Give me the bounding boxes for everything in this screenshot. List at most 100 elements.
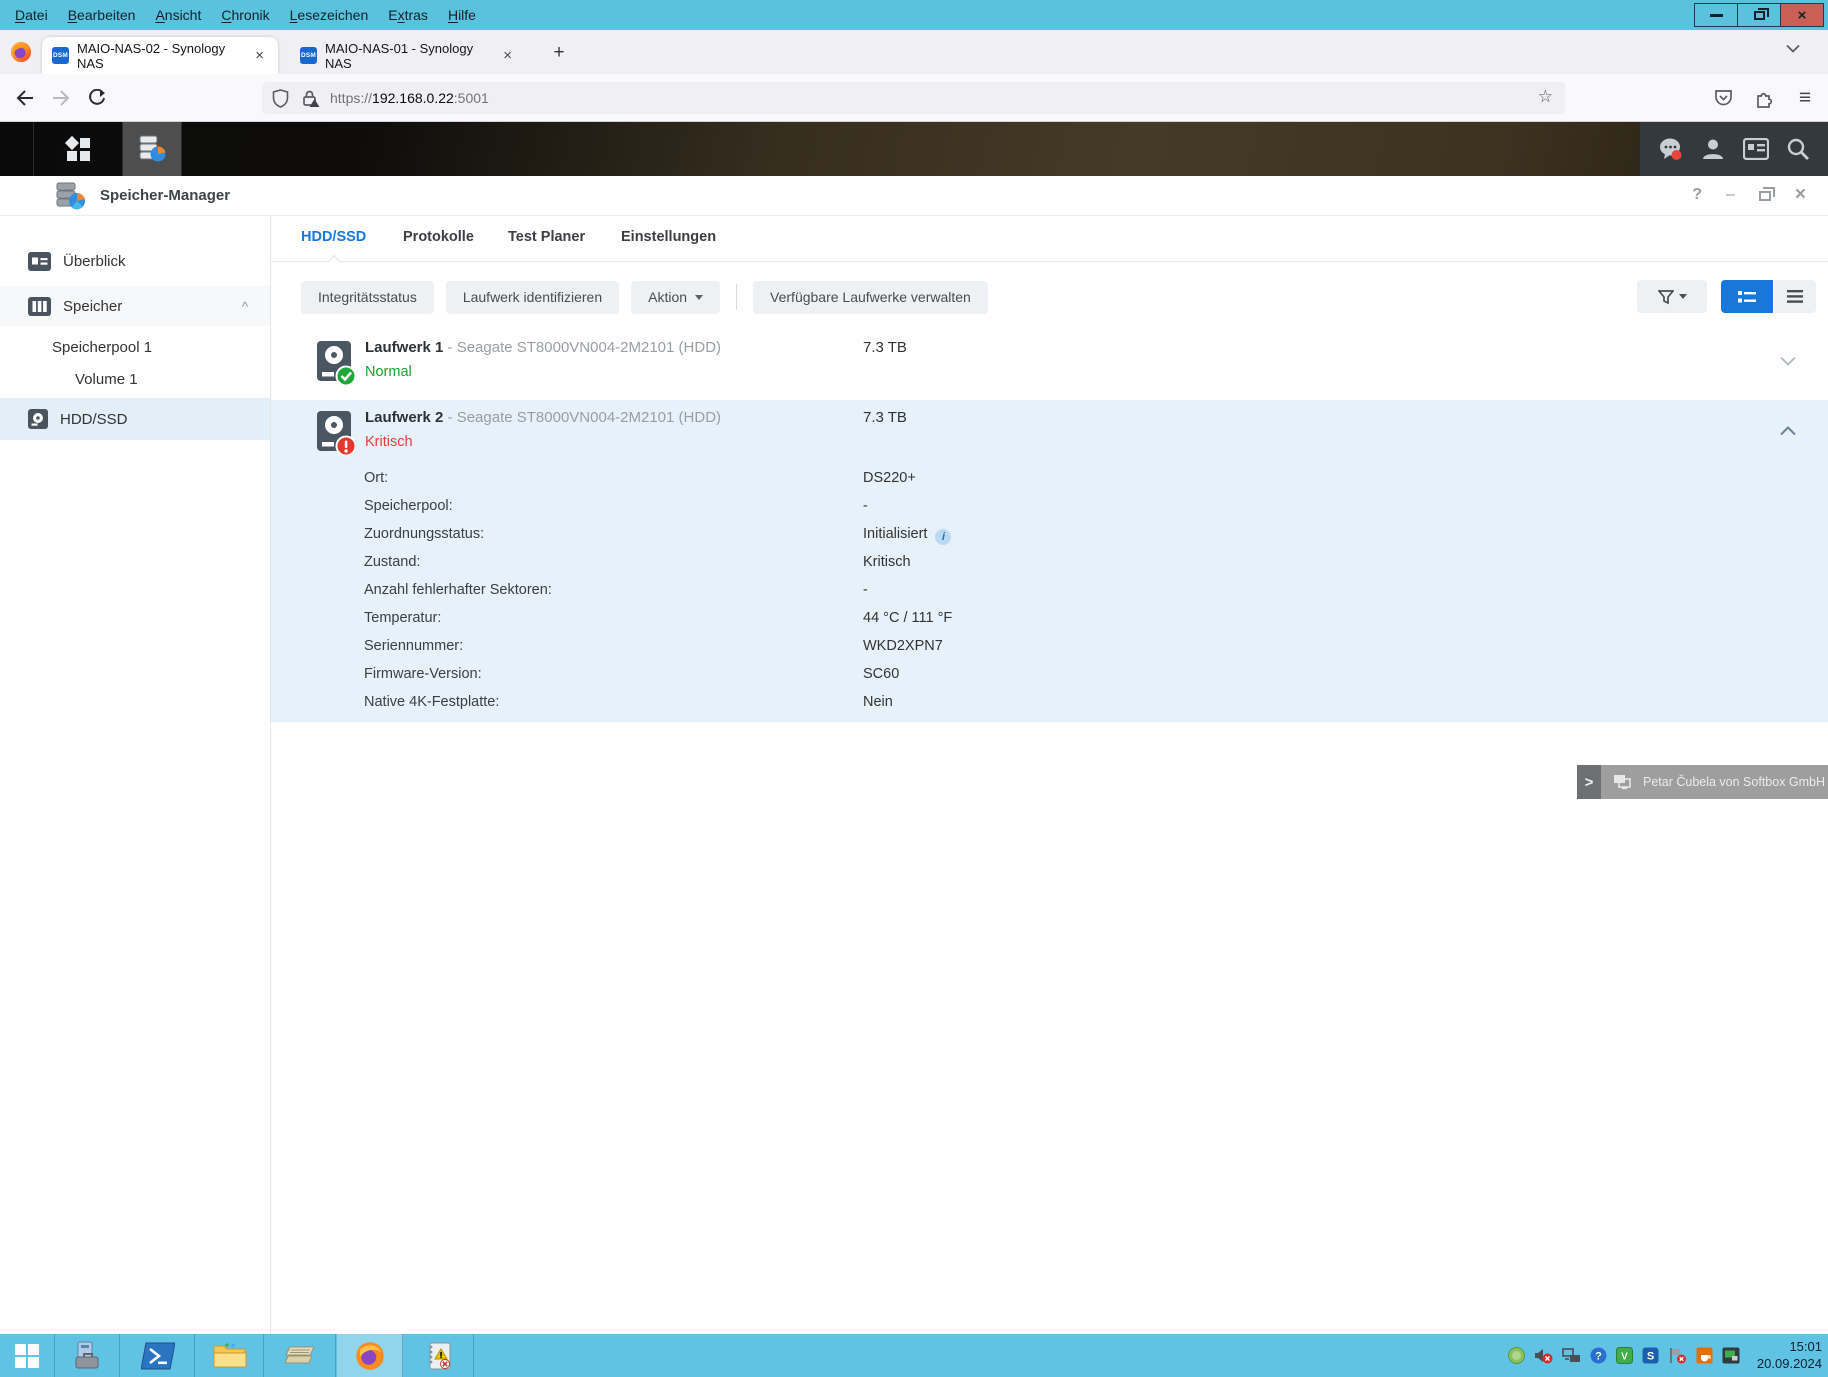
taskbar-firefox[interactable]: [337, 1334, 403, 1377]
start-button[interactable]: [0, 1334, 55, 1377]
wm-close-button[interactable]: ×: [1780, 3, 1824, 27]
drive-title: Laufwerk 1 - Seagate ST8000VN004-2M2101 …: [365, 339, 721, 356]
caret-down-icon: [1679, 294, 1687, 299]
tray-sophos-icon[interactable]: S: [1642, 1347, 1659, 1364]
tab-title: MAIO-NAS-02 - Synology NAS: [77, 41, 241, 71]
sidebar-item-speicher[interactable]: Speicher ^: [0, 286, 270, 326]
url-bar[interactable]: https://192.168.0.22:5001 ☆: [262, 82, 1565, 114]
drive-row-laufwerk-2[interactable]: Laufwerk 2 - Seagate ST8000VN004-2M2101 …: [271, 400, 1828, 722]
expand-chevron-down-icon[interactable]: [1780, 356, 1796, 366]
menu-ansicht[interactable]: Ansicht: [146, 4, 210, 26]
user-account-icon[interactable]: [1701, 137, 1725, 161]
info-icon[interactable]: i: [935, 529, 951, 545]
tray-java-icon[interactable]: [1696, 1347, 1713, 1364]
dsm-storage-manager-taskbar-button[interactable]: [123, 122, 181, 176]
taskbar-clock[interactable]: 15:01 20.09.2024: [1744, 1338, 1822, 1372]
detail-value: Nein: [863, 694, 893, 710]
list-view-button-active[interactable]: [1721, 280, 1773, 313]
tray-vmware-icon[interactable]: V: [1616, 1347, 1633, 1364]
tray-network-icon[interactable]: [1562, 1348, 1581, 1364]
wm-maximize-button[interactable]: [1737, 3, 1781, 27]
widgets-icon[interactable]: [1743, 138, 1769, 160]
detail-value-serial: WKD2XPN7: [863, 638, 943, 654]
back-icon[interactable]: [12, 85, 38, 111]
screen: Datei Bearbeiten Ansicht Chronik Lesezei…: [0, 0, 1828, 1377]
tab-test-planer[interactable]: Test Planer: [508, 229, 585, 245]
new-tab-button[interactable]: +: [545, 42, 573, 64]
content-toolbar: Integritätsstatus Laufwerk identifiziere…: [301, 280, 988, 314]
sidebar-item-ueberblick[interactable]: Überblick: [0, 242, 270, 280]
menu-chronik[interactable]: Chronik: [212, 4, 278, 26]
sidebar-item-volume-1[interactable]: Volume 1: [0, 364, 270, 394]
forward-icon[interactable]: [48, 85, 74, 111]
tab-einstellungen[interactable]: Einstellungen: [621, 229, 716, 245]
app-close-button[interactable]: ×: [1795, 185, 1806, 204]
menu-datei[interactable]: Datei: [6, 4, 57, 26]
tray-help-icon[interactable]: ?: [1590, 1347, 1607, 1364]
tab-protokolle[interactable]: Protokolle: [403, 229, 474, 245]
taskbar-powershell[interactable]: [121, 1334, 195, 1377]
menu-extras[interactable]: Extras: [379, 4, 437, 26]
app-minimize-button[interactable]: –: [1726, 187, 1735, 203]
dsm-desktop-strip: [0, 122, 1828, 176]
taskbar-file-explorer[interactable]: [196, 1334, 264, 1377]
sidebar-item-hdd-ssd[interactable]: HDD/SSD: [0, 398, 270, 440]
lock-warning-icon[interactable]: [301, 89, 320, 108]
bookmark-star-icon[interactable]: ☆: [1538, 87, 1553, 107]
menu-lesezeichen[interactable]: Lesezeichen: [281, 4, 378, 26]
tab-close-icon[interactable]: ×: [499, 47, 516, 64]
taskbar-error-log[interactable]: [404, 1334, 474, 1377]
extensions-puzzle-icon[interactable]: [1751, 85, 1777, 111]
detail-label: Anzahl fehlerhafter Sektoren:: [364, 582, 552, 598]
list-all-tabs-icon[interactable]: [1786, 44, 1800, 53]
wm-minimize-button[interactable]: [1694, 3, 1738, 27]
tab-close-icon[interactable]: ×: [251, 47, 268, 64]
compact-view-button[interactable]: [1774, 280, 1816, 313]
main-menu-grid-icon: [65, 136, 91, 162]
app-title: Speicher-Manager: [100, 187, 230, 204]
filter-button[interactable]: [1637, 280, 1707, 313]
detail-value: -: [863, 582, 868, 598]
search-icon[interactable]: [1786, 137, 1810, 161]
menu-bearbeiten[interactable]: Bearbeiten: [59, 4, 145, 26]
sidebar-item-speicherpool-1[interactable]: Speicherpool 1: [0, 332, 270, 362]
content-tabs: HDD/SSD Protokolle Test Planer Einstellu…: [271, 216, 1828, 262]
overlay-expand-button[interactable]: >: [1577, 765, 1601, 799]
app-menu-hamburger-icon[interactable]: ≡: [1792, 85, 1818, 111]
app-titlebar[interactable]: Speicher-Manager ? – ×: [0, 176, 1828, 216]
menu-hilfe[interactable]: Hilfe: [439, 4, 485, 26]
dsm-main-menu-button[interactable]: [34, 122, 122, 176]
storage-manager-window: Speicher-Manager ? – × Überblick Speiche…: [0, 176, 1828, 1334]
detail-label: Seriennummer:: [364, 638, 463, 654]
tab-hdd-ssd[interactable]: HDD/SSD: [301, 229, 366, 245]
tray-sbx-icon[interactable]: [1508, 1347, 1525, 1364]
shield-icon[interactable]: [272, 89, 289, 108]
tray-remote-icon[interactable]: [1722, 1347, 1740, 1364]
app-restore-button[interactable]: [1759, 191, 1771, 201]
drive-row-laufwerk-1[interactable]: Laufwerk 1 - Seagate ST8000VN004-2M2101 …: [271, 330, 1828, 400]
reload-icon[interactable]: [84, 85, 110, 111]
health-status-button[interactable]: Integritätsstatus: [301, 281, 434, 314]
system-tray: ? V S: [1508, 1334, 1740, 1377]
browser-tab-inactive[interactable]: DSM MAIO-NAS-01 - Synology NAS ×: [290, 37, 526, 74]
tray-flag-error-icon[interactable]: [1668, 1347, 1687, 1364]
notifications-chat-icon[interactable]: [1658, 137, 1684, 161]
overlay-body[interactable]: Petar Čubela von Softbox GmbH: [1601, 765, 1828, 799]
collapse-chevron-up-icon[interactable]: [1780, 426, 1796, 436]
manage-available-drives-button[interactable]: Verfügbare Laufwerke verwalten: [753, 281, 988, 314]
overview-icon: [28, 252, 51, 271]
svg-text:V: V: [1621, 1352, 1628, 1363]
storage-columns-icon: [28, 297, 51, 316]
browser-tab-active[interactable]: DSM MAIO-NAS-02 - Synology NAS ×: [42, 37, 278, 74]
app-help-button[interactable]: ?: [1692, 187, 1702, 203]
collapse-chevron-icon[interactable]: ^: [242, 299, 248, 314]
browser-navbar: https://192.168.0.22:5001 ☆ ≡: [0, 74, 1828, 122]
identify-drive-button[interactable]: Laufwerk identifizieren: [446, 281, 619, 314]
detail-label: Temperatur:: [364, 610, 441, 626]
taskbar-scanner[interactable]: [265, 1334, 336, 1377]
action-dropdown-button[interactable]: Aktion: [631, 281, 720, 314]
pocket-icon[interactable]: [1710, 85, 1736, 111]
taskbar-server-manager[interactable]: [56, 1334, 120, 1377]
sidebar-item-label: Speicher: [63, 298, 122, 315]
tray-volume-muted-icon[interactable]: [1534, 1347, 1553, 1364]
